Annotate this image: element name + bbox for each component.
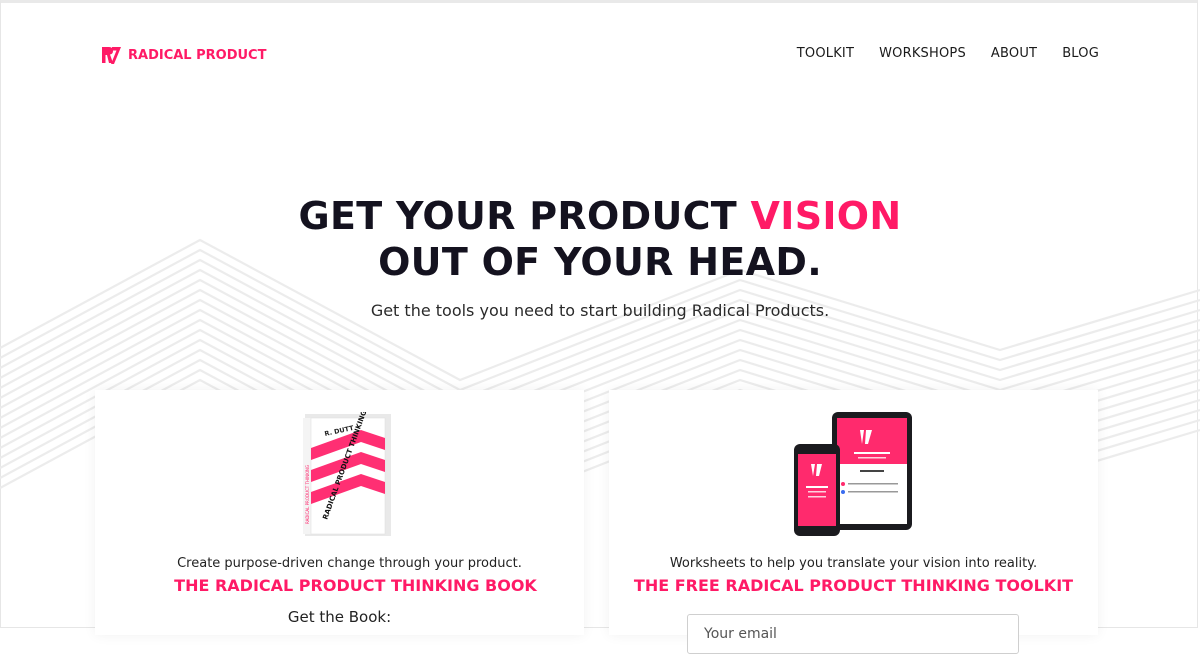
- book-title[interactable]: THE RADICAL PRODUCT THINKING BOOK: [111, 576, 600, 595]
- hero-subtitle: Get the tools you need to start building…: [370, 301, 830, 320]
- brand-name: RADICAL PRODUCT: [128, 47, 267, 63]
- hero-section: GET YOUR PRODUCT VISION OUT OF YOUR HEAD…: [0, 193, 1200, 320]
- toolkit-title[interactable]: THE FREE RADICAL PRODUCT THINKING TOOLKI…: [609, 576, 1098, 595]
- book-spine-title: RADICAL PRODUCT THINKING: [305, 465, 310, 524]
- nav-item-blog[interactable]: BLOG: [1062, 46, 1099, 61]
- hero-title-accent: VISION: [750, 194, 902, 238]
- hero-title-part1: GET YOUR PRODUCT: [298, 194, 751, 238]
- book-cover-image: R. DUTT RADICAL PRODUCT THINKING RADICAL…: [303, 412, 391, 536]
- brand-logo-link[interactable]: RADICAL PRODUCT: [100, 44, 266, 66]
- book-description: Create purpose-driven change through you…: [177, 556, 522, 571]
- nav-item-toolkit[interactable]: TOOLKIT: [797, 46, 854, 61]
- toolkit-card: Worksheets to help you translate your vi…: [609, 390, 1098, 654]
- nav-item-workshops[interactable]: WORKSHOPS: [879, 46, 966, 61]
- hero-title: GET YOUR PRODUCT VISION OUT OF YOUR HEAD…: [0, 193, 1200, 285]
- phone-and-tablet-image: [794, 412, 912, 536]
- email-input[interactable]: [687, 614, 1019, 654]
- toolkit-description: Worksheets to help you translate your vi…: [669, 556, 1038, 571]
- nav-item-about[interactable]: ABOUT: [991, 46, 1037, 61]
- get-the-book-label: Get the Book:: [287, 608, 392, 626]
- main-nav: TOOLKIT WORKSHOPS ABOUT BLOG: [797, 46, 1099, 61]
- book-card: R. DUTT RADICAL PRODUCT THINKING RADICAL…: [95, 390, 584, 635]
- hero-title-line2: OUT OF YOUR HEAD.: [378, 240, 822, 284]
- radical-product-logo-icon: [102, 47, 121, 64]
